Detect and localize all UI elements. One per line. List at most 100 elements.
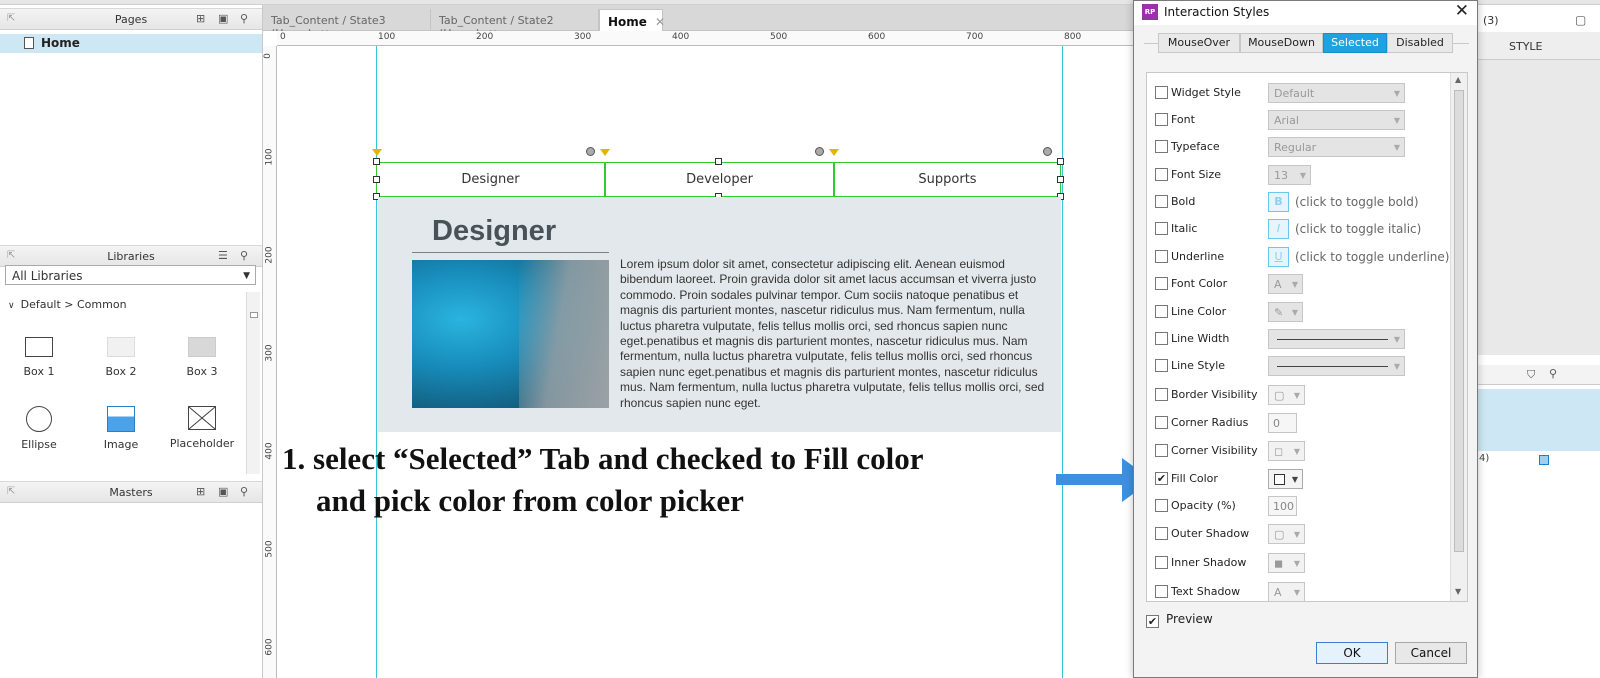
corner-visibility-picker[interactable]: ◻ ▼	[1268, 441, 1305, 461]
guide-line[interactable]	[376, 46, 377, 678]
fill-color-picker[interactable]: ▼	[1268, 469, 1303, 489]
rotate-handle-icon[interactable]	[815, 147, 824, 156]
widget-ellipse[interactable]: Ellipse	[3, 406, 75, 451]
font-size-select[interactable]: 13 ▼	[1268, 165, 1311, 185]
resize-handle[interactable]	[373, 176, 380, 183]
bold-toggle[interactable]: B	[1268, 192, 1289, 212]
tab-mousedown[interactable]: MouseDown	[1240, 33, 1323, 53]
tab-selected[interactable]: Selected	[1323, 33, 1387, 53]
widget-box1[interactable]: Box 1	[3, 337, 75, 378]
tab-disabled[interactable]: Disabled	[1387, 33, 1453, 53]
add-master-icon[interactable]: ⊞	[196, 485, 205, 498]
library-select[interactable]: All Libraries ▼	[5, 265, 256, 285]
underline-toggle[interactable]: U	[1268, 247, 1289, 267]
checkbox[interactable]	[1155, 556, 1168, 569]
add-folder-icon[interactable]: ▣	[218, 485, 228, 498]
tab-supports[interactable]: Supports	[835, 163, 1060, 196]
line-style-select[interactable]: ▼	[1268, 356, 1405, 376]
rotate-handle-icon[interactable]	[1043, 147, 1052, 156]
tab-developer[interactable]: Developer	[606, 163, 833, 196]
checkbox[interactable]	[1155, 359, 1168, 372]
border-visibility-picker[interactable]: ▢ ▼	[1268, 385, 1305, 405]
content-image[interactable]	[412, 260, 609, 408]
close-icon[interactable]: ✕	[1455, 1, 1469, 21]
checkbox[interactable]	[1155, 113, 1168, 126]
tab-designer[interactable]: Designer	[377, 163, 604, 196]
rotate-handle-icon[interactable]	[586, 147, 595, 156]
widget-box3[interactable]: Box 3	[166, 337, 238, 378]
preview-option[interactable]: ✔ Preview	[1146, 612, 1213, 628]
checkbox[interactable]	[1155, 222, 1168, 235]
search-icon[interactable]: ⚲	[240, 12, 248, 25]
add-page-icon[interactable]: ⊞	[196, 12, 205, 25]
font-color-picker[interactable]: A ▼	[1268, 274, 1303, 294]
interaction-marker-icon[interactable]	[372, 149, 382, 156]
tab-home[interactable]: Home ✕	[599, 9, 665, 31]
checkbox[interactable]	[1155, 250, 1168, 263]
interaction-marker-icon[interactable]	[829, 149, 839, 156]
preview-checkbox[interactable]: ✔	[1146, 615, 1159, 628]
resize-handle[interactable]	[715, 158, 722, 165]
library-group[interactable]: ∨ Default > Common	[8, 298, 127, 311]
filter-icon[interactable]: ⛉	[1527, 368, 1535, 382]
scroll-thumb[interactable]	[250, 312, 258, 318]
guide-line[interactable]	[1062, 46, 1063, 678]
checkbox[interactable]	[1155, 527, 1168, 540]
inner-shadow-picker[interactable]: ◼ ▼	[1268, 553, 1305, 573]
widget-placeholder[interactable]: Placeholder	[166, 406, 238, 450]
checkbox[interactable]	[1155, 195, 1168, 208]
resize-handle[interactable]	[373, 158, 380, 165]
dialog-titlebar[interactable]: RP Interaction Styles ✕	[1134, 1, 1477, 25]
scroll-up-icon[interactable]: ▲	[1455, 75, 1461, 84]
checkbox[interactable]	[1155, 416, 1168, 429]
checkbox[interactable]	[1155, 277, 1168, 290]
checkbox-checked[interactable]: ✔	[1155, 472, 1168, 485]
checkbox[interactable]	[1155, 332, 1168, 345]
tab-state3[interactable]: Tab_Content / State3 (Home)✕	[263, 9, 431, 40]
checkbox[interactable]	[1155, 444, 1168, 457]
cancel-button[interactable]: Cancel	[1395, 642, 1467, 664]
checkbox[interactable]	[1155, 388, 1168, 401]
tab-menu-widget[interactable]: Designer Developer Supports	[376, 162, 1061, 197]
text-shadow-picker[interactable]: A ▼	[1268, 582, 1305, 601]
page-icon[interactable]: ▢	[1575, 13, 1586, 27]
interaction-marker-icon[interactable]	[600, 149, 610, 156]
tab-style[interactable]: STYLE	[1509, 40, 1543, 53]
widget-image[interactable]: Image	[85, 406, 157, 451]
checkbox[interactable]	[1155, 305, 1168, 318]
visibility-icon[interactable]	[1539, 455, 1549, 465]
typeface-select[interactable]: Regular ▼	[1268, 137, 1405, 157]
tab-mouseover[interactable]: MouseOver	[1158, 33, 1240, 53]
add-folder-icon[interactable]: ▣	[218, 12, 228, 25]
widget-style-select[interactable]: Default ▼	[1268, 83, 1405, 103]
widget-box2[interactable]: Box 2	[85, 337, 157, 378]
close-icon[interactable]: ✕	[655, 15, 665, 29]
checkbox[interactable]	[1155, 168, 1168, 181]
checkbox[interactable]	[1155, 86, 1168, 99]
library-scrollbar[interactable]	[246, 292, 260, 474]
font-select[interactable]: Arial ▼	[1268, 110, 1405, 130]
menu-icon[interactable]: ☰	[218, 249, 228, 262]
italic-toggle[interactable]: I	[1268, 219, 1289, 239]
outer-shadow-picker[interactable]: ▢ ▼	[1268, 524, 1305, 544]
search-icon[interactable]: ⚲	[1549, 367, 1557, 380]
property-scrollbar[interactable]: ▲ ▼	[1450, 73, 1467, 601]
scroll-thumb[interactable]	[1454, 90, 1464, 552]
line-width-select[interactable]: ▼	[1268, 329, 1405, 349]
search-icon[interactable]: ⚲	[240, 485, 248, 498]
pencil-icon: ✎	[1274, 306, 1284, 319]
resize-handle[interactable]	[1057, 158, 1064, 165]
line-color-picker[interactable]: ✎ ▼	[1268, 302, 1303, 322]
opacity-input[interactable]: 100	[1268, 496, 1297, 516]
corner-radius-input[interactable]: 0	[1268, 413, 1297, 433]
ok-button[interactable]: OK	[1316, 642, 1388, 664]
checkbox[interactable]	[1155, 499, 1168, 512]
checkbox[interactable]	[1155, 585, 1168, 598]
outline-selected-row[interactable]	[1477, 389, 1600, 451]
checkbox[interactable]	[1155, 140, 1168, 153]
scroll-down-icon[interactable]: ▼	[1455, 587, 1461, 596]
tab-state2[interactable]: Tab_Content / State2 (Home)✕	[431, 9, 599, 40]
search-icon[interactable]: ⚲	[240, 249, 248, 262]
page-item-home[interactable]: Home	[0, 34, 262, 53]
resize-handle[interactable]	[1057, 176, 1064, 183]
